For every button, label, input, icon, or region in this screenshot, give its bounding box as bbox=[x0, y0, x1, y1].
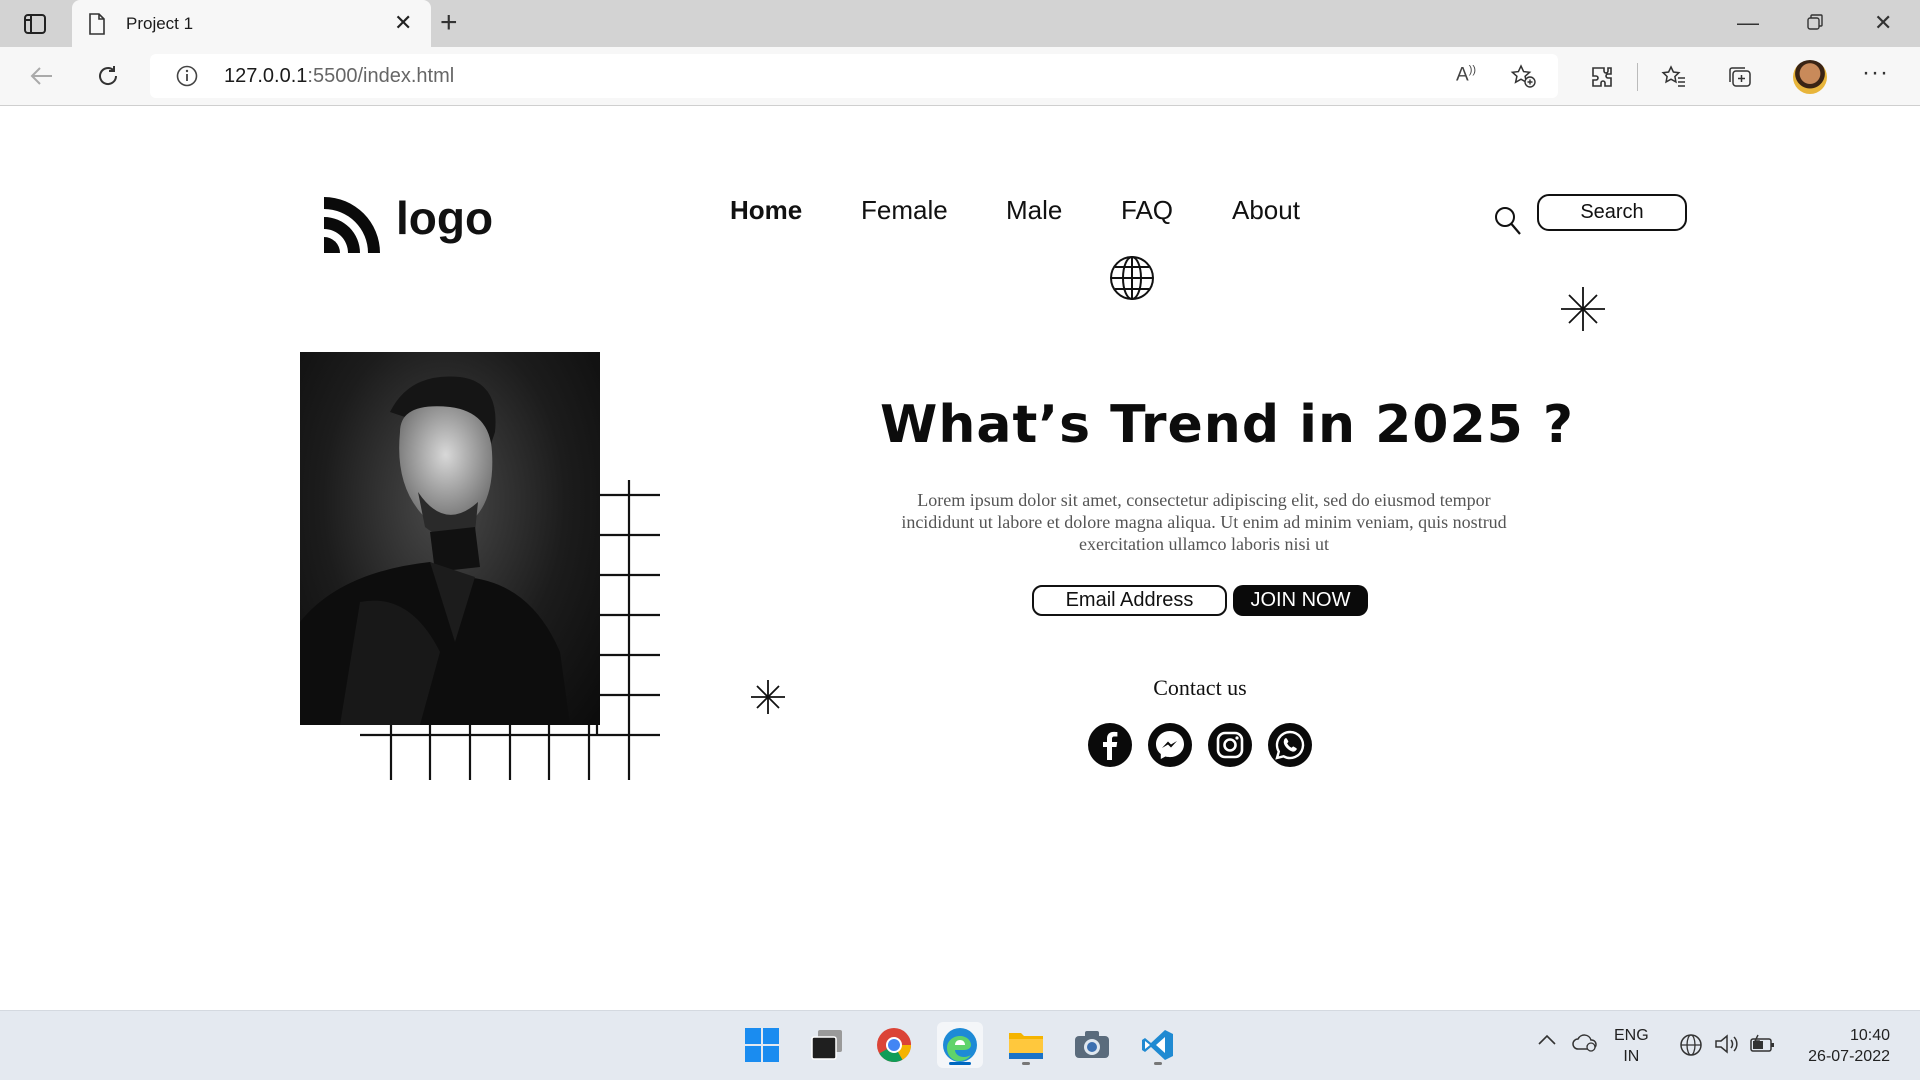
onedrive-icon[interactable] bbox=[1572, 1033, 1598, 1058]
messenger-icon[interactable] bbox=[1148, 723, 1192, 767]
clock[interactable]: 10:40 26-07-2022 bbox=[1780, 1025, 1890, 1067]
nav-male[interactable]: Male bbox=[1006, 195, 1062, 226]
url-field[interactable]: 127.0.0.1:5500/index.html A)) bbox=[150, 54, 1558, 98]
tab-actions-icon[interactable] bbox=[16, 11, 54, 37]
facebook-icon[interactable] bbox=[1088, 723, 1132, 767]
close-window-icon[interactable]: ✕ bbox=[1874, 10, 1892, 36]
show-hidden-icons-icon[interactable] bbox=[1538, 1031, 1556, 1051]
region-code: IN bbox=[1623, 1048, 1640, 1065]
language-indicator[interactable]: ENG IN bbox=[1614, 1025, 1649, 1067]
clock-date: 26-07-2022 bbox=[1808, 1048, 1890, 1065]
active-app-indicator bbox=[949, 1062, 971, 1065]
file-explorer-icon[interactable] bbox=[1003, 1022, 1049, 1068]
running-app-indicator bbox=[1154, 1062, 1162, 1065]
join-now-button[interactable]: JOIN NOW bbox=[1233, 585, 1368, 616]
sparkle-icon bbox=[751, 680, 785, 719]
whatsapp-icon[interactable] bbox=[1268, 723, 1312, 767]
camera-icon[interactable] bbox=[1069, 1022, 1115, 1068]
read-aloud-icon[interactable]: A)) bbox=[1456, 64, 1476, 86]
more-options-icon[interactable]: ··· bbox=[1862, 59, 1889, 87]
search-icon[interactable] bbox=[1494, 206, 1522, 241]
extensions-icon[interactable] bbox=[1588, 63, 1616, 91]
email-field[interactable]: Email Address bbox=[1032, 585, 1227, 616]
toolbar-divider bbox=[1637, 63, 1638, 91]
clock-time: 10:40 bbox=[1849, 1027, 1890, 1044]
logo-text: logo bbox=[396, 192, 494, 244]
collections-icon[interactable] bbox=[1726, 63, 1754, 91]
nav-faq[interactable]: FAQ bbox=[1121, 195, 1173, 226]
url-text: 127.0.0.1:5500/index.html bbox=[224, 65, 455, 87]
hero-description: Lorem ipsum dolor sit amet, consectetur … bbox=[901, 490, 1507, 554]
favorites-icon[interactable] bbox=[1660, 63, 1688, 91]
language-code: ENG bbox=[1614, 1027, 1649, 1044]
browser-tab[interactable]: Project 1 ✕ bbox=[72, 0, 431, 47]
model-photo bbox=[300, 352, 600, 725]
nav-home[interactable]: Home bbox=[730, 195, 802, 226]
site-logo[interactable]: logo bbox=[322, 192, 493, 255]
refresh-icon[interactable] bbox=[93, 61, 123, 91]
start-icon[interactable] bbox=[739, 1022, 785, 1068]
running-app-indicator bbox=[1022, 1062, 1030, 1065]
vscode-icon[interactable] bbox=[1135, 1022, 1181, 1068]
edge-icon[interactable] bbox=[937, 1022, 983, 1068]
profile-avatar[interactable] bbox=[1793, 60, 1827, 94]
minimize-icon[interactable]: — bbox=[1737, 10, 1759, 36]
hero-headline: What’s Trend in 2025 ? bbox=[880, 395, 1575, 455]
close-tab-icon[interactable]: ✕ bbox=[394, 12, 412, 34]
taskbar: ENG IN 10:40 26-07-2022 bbox=[0, 1010, 1920, 1080]
battery-icon[interactable] bbox=[1750, 1033, 1776, 1060]
sparkle-icon bbox=[1561, 287, 1605, 336]
search-button[interactable]: Search bbox=[1537, 194, 1687, 231]
logo-icon bbox=[324, 197, 380, 253]
volume-icon[interactable] bbox=[1714, 1033, 1740, 1060]
browser-tab-bar: Project 1 ✕ + — ✕ bbox=[0, 0, 1920, 47]
nav-female[interactable]: Female bbox=[861, 195, 948, 226]
network-icon[interactable] bbox=[1679, 1033, 1703, 1062]
globe-icon bbox=[1109, 255, 1155, 306]
new-tab-icon[interactable]: + bbox=[440, 8, 458, 38]
restore-icon[interactable] bbox=[1807, 10, 1823, 36]
web-page: logo Home Female Male FAQ About Search W… bbox=[0, 107, 1920, 1010]
site-info-icon[interactable] bbox=[176, 65, 198, 92]
nav-about[interactable]: About bbox=[1232, 195, 1300, 226]
tab-title: Project 1 bbox=[126, 14, 194, 33]
instagram-icon[interactable] bbox=[1208, 723, 1252, 767]
back-icon[interactable] bbox=[27, 61, 57, 91]
page-icon bbox=[88, 13, 106, 40]
task-view-icon[interactable] bbox=[803, 1022, 849, 1068]
address-bar-row: 127.0.0.1:5500/index.html A)) ··· bbox=[0, 47, 1920, 106]
chrome-icon[interactable] bbox=[871, 1022, 917, 1068]
contact-heading: Contact us bbox=[1153, 675, 1247, 700]
add-favorite-icon[interactable] bbox=[1510, 64, 1536, 93]
